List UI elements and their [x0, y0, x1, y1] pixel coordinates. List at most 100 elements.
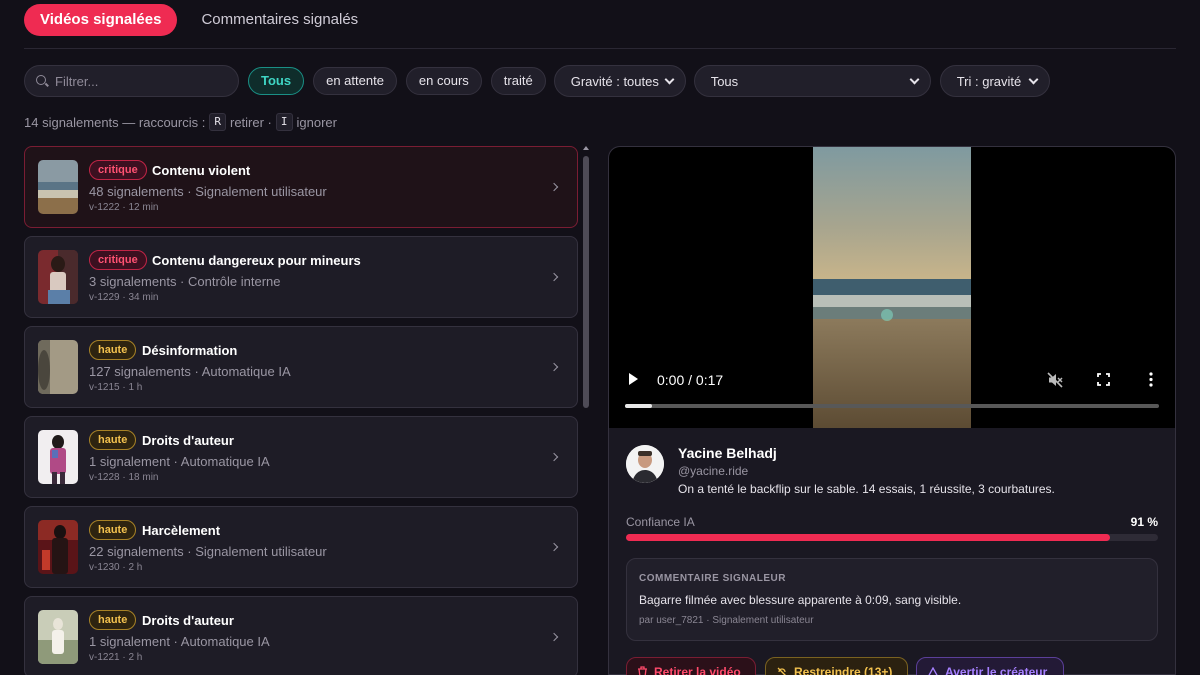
search-icon [35, 74, 49, 88]
report-title: Harcèlement [142, 523, 221, 538]
tab-bar: Vidéos signalées Commentaires signalés [24, 4, 374, 36]
gravity-select-value: Gravité : toutes [570, 73, 659, 89]
report-card[interactable]: haute Droits d'auteur 1 signalement · Au… [24, 416, 578, 498]
type-select[interactable]: Tous [693, 65, 931, 97]
tab-divider [24, 48, 1176, 49]
comment-heading: COMMENTAIRE SIGNALEUR [639, 573, 786, 584]
gravity-select[interactable]: Gravité : toutes [553, 65, 686, 97]
severity-badge: critique [89, 160, 147, 180]
report-card[interactable]: critique Contenu dangereux pour mineurs … [24, 236, 578, 318]
report-meta: 1 signalement · Automatique IA [89, 454, 270, 469]
scroll-up-arrow-icon[interactable] [583, 146, 589, 150]
video-thumbnail [38, 340, 78, 394]
report-id-time: v-1222 · 12 min [89, 202, 159, 213]
severity-badge: haute [89, 610, 137, 630]
author-name[interactable]: Yacine Belhadj [678, 445, 777, 461]
restrict-button[interactable]: Restreindre (13+) [765, 657, 908, 675]
more-options-icon[interactable] [1149, 372, 1153, 387]
video-thumbnail [38, 250, 78, 304]
report-title: Droits d'auteur [142, 433, 234, 448]
report-title: Droits d'auteur [142, 613, 234, 628]
shortcut-key-remove: R [209, 113, 226, 131]
scrollbar-thumb[interactable] [583, 156, 589, 408]
restrict-icon [777, 667, 786, 675]
status-chip-in-progress[interactable]: en cours [405, 67, 482, 95]
author-handle[interactable]: @yacine.ride [678, 464, 748, 478]
report-card[interactable]: haute Droits d'auteur 1 signalement · Au… [24, 596, 578, 675]
chevron-right-icon [549, 452, 559, 462]
filter-bar: Tous en attente en cours traité Gravité … [24, 65, 1050, 97]
chevron-right-icon [549, 272, 559, 282]
chevron-down-icon [664, 74, 675, 84]
chevron-right-icon [549, 632, 559, 642]
summary-line: 14 signalements — raccourcis : R retirer… [24, 113, 337, 131]
report-title: Contenu violent [152, 163, 251, 178]
warn-creator-label: Avertir le créateur [945, 665, 1048, 675]
summary-remove-text: retirer · [229, 114, 272, 130]
report-meta: 22 signalements · Signalement utilisateu… [89, 544, 327, 559]
severity-badge: haute [89, 340, 137, 360]
tab-reported-videos[interactable]: Vidéos signalées [24, 4, 178, 36]
sort-select[interactable]: Tri : gravité [939, 65, 1050, 97]
report-card[interactable]: haute Désinformation 127 signalements · … [24, 326, 578, 408]
search-input[interactable] [55, 73, 225, 89]
severity-badge: critique [89, 250, 147, 270]
report-details: Yacine Belhadj @yacine.ride On a tenté l… [608, 428, 1176, 675]
video-seek-bar[interactable] [625, 404, 1159, 408]
severity-badge: haute [89, 520, 137, 540]
trash-icon [638, 666, 647, 675]
report-title: Contenu dangereux pour mineurs [152, 253, 361, 268]
type-select-value: Tous [710, 73, 739, 89]
chevron-down-icon [1028, 74, 1039, 84]
remove-video-label: Retirer la vidéo [654, 665, 741, 675]
video-caption: On a tenté le backflip sur le sable. 14 … [678, 482, 1055, 496]
confidence-label: Confiance IA [626, 515, 695, 529]
video-thumbnail [38, 160, 78, 214]
fullscreen-icon[interactable] [1097, 373, 1110, 386]
sort-select-value: Tri : gravité [956, 73, 1022, 89]
confidence-bar [626, 534, 1158, 541]
severity-badge: haute [89, 430, 137, 450]
report-meta: 127 signalements · Automatique IA [89, 364, 291, 379]
report-id-time: v-1221 · 2 h [89, 652, 143, 663]
video-frame [813, 147, 971, 428]
status-chip-all[interactable]: Tous [248, 67, 305, 95]
video-thumbnail [38, 430, 78, 484]
report-id-time: v-1229 · 34 min [89, 292, 159, 303]
shortcut-key-ignore: I [275, 113, 293, 131]
search-box[interactable] [24, 65, 239, 97]
status-chip-pending[interactable]: en attente [313, 67, 397, 95]
remove-video-button[interactable]: Retirer la vidéo [626, 657, 756, 675]
status-chip-done[interactable]: traité [490, 67, 546, 95]
chevron-right-icon [549, 182, 559, 192]
report-meta: 48 signalements · Signalement utilisateu… [89, 184, 327, 199]
summary-count: 14 signalements — raccourcis : [24, 114, 206, 130]
report-card[interactable]: critique Contenu violent 48 signalements… [24, 146, 578, 228]
video-thumbnail [38, 520, 78, 574]
report-card[interactable]: haute Harcèlement 22 signalements · Sign… [24, 506, 578, 588]
play-icon[interactable] [629, 373, 638, 385]
report-list: critique Contenu violent 48 signalements… [24, 146, 578, 675]
video-seek-progress [625, 404, 652, 408]
video-thumbnail [38, 610, 78, 664]
confidence-value: 91 % [1130, 515, 1158, 529]
report-title: Désinformation [142, 343, 238, 358]
report-id-time: v-1215 · 1 h [89, 382, 143, 393]
list-scrollbar[interactable] [583, 146, 589, 675]
muted-icon[interactable] [1047, 372, 1063, 388]
report-meta: 1 signalement · Automatique IA [89, 634, 270, 649]
report-id-time: v-1230 · 2 h [89, 562, 143, 573]
comment-author: par user_7821 · Signalement utilisateur [639, 615, 814, 626]
comment-text: Bagarre filmée avec blessure apparente à… [639, 593, 962, 607]
avatar[interactable] [626, 445, 664, 483]
tab-reported-comments[interactable]: Commentaires signalés [185, 4, 374, 36]
restrict-label: Restreindre (13+) [794, 665, 893, 675]
report-id-time: v-1228 · 18 min [89, 472, 159, 483]
summary-ignore-text: ignorer [296, 114, 337, 130]
video-time: 0:00 / 0:17 [657, 372, 724, 388]
chevron-right-icon [549, 362, 559, 372]
chevron-down-icon [909, 74, 920, 84]
video-player[interactable]: 0:00 / 0:17 [608, 146, 1176, 428]
confidence-bar-fill [626, 534, 1111, 541]
warn-creator-button[interactable]: Avertir le créateur [916, 657, 1064, 675]
